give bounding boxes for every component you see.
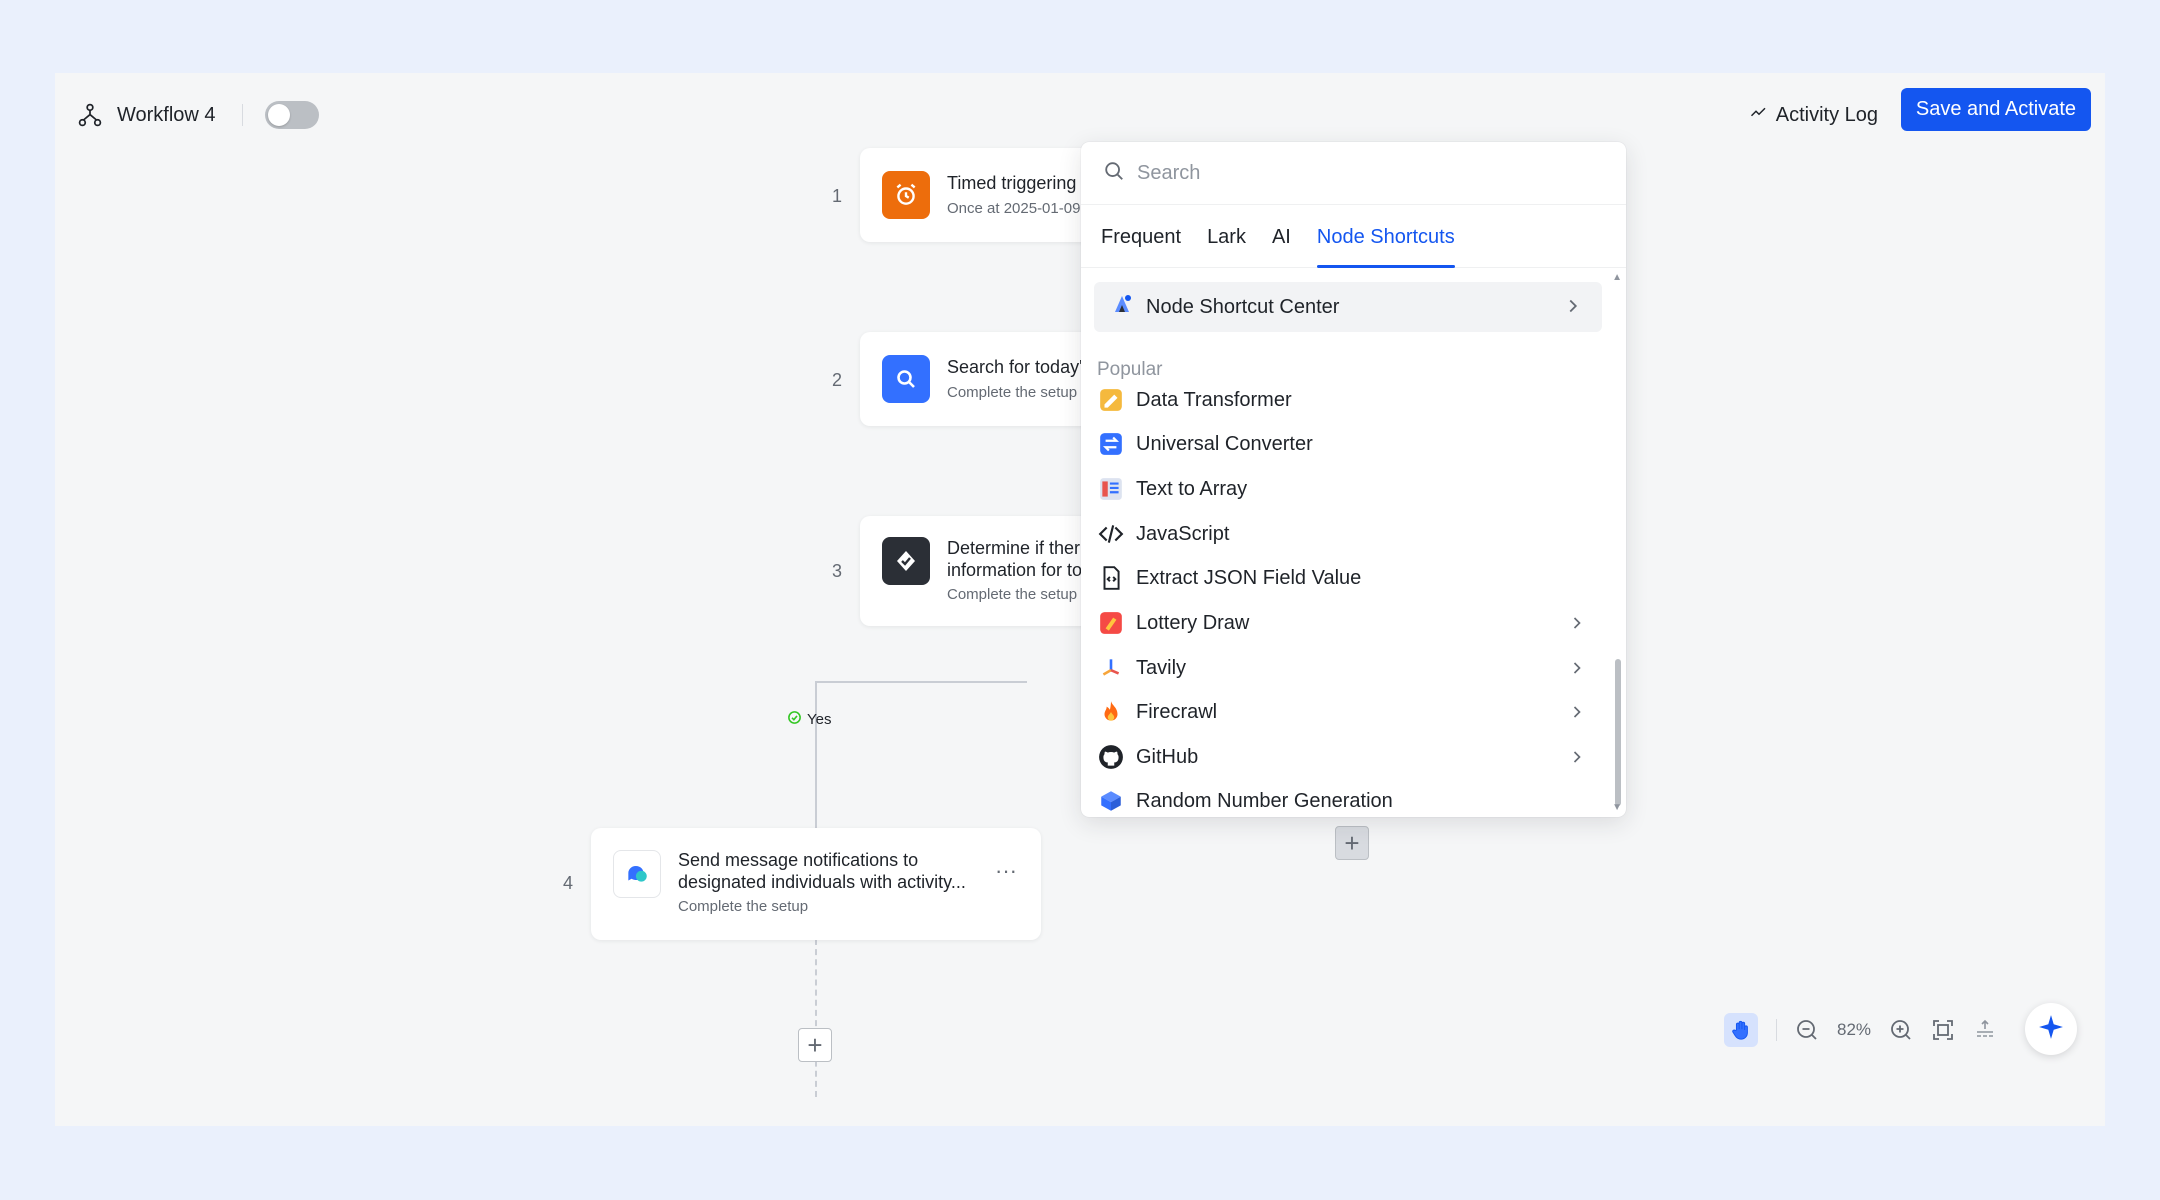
add-node-button[interactable]: + xyxy=(798,1028,832,1062)
zoom-out-icon[interactable] xyxy=(1795,1018,1819,1042)
workflow-header: Workflow 4 xyxy=(77,95,319,135)
workflow-editor: Workflow 4 Activity Log Save and Activat… xyxy=(55,73,2105,1126)
search-icon xyxy=(1103,160,1125,187)
workflow-name[interactable]: Workflow 4 xyxy=(117,104,216,127)
item-label: Firecrawl xyxy=(1136,700,1218,723)
list-item-random-number-generation[interactable]: Random Number Generation xyxy=(1097,779,1597,817)
list-item-lottery-draw[interactable]: Lottery Draw xyxy=(1097,601,1597,645)
node-title: Send message notifications to xyxy=(678,850,919,870)
scroll-down-arrow[interactable]: ▼ xyxy=(1612,802,1622,813)
condition-check-icon xyxy=(882,537,930,585)
item-label: Text to Array xyxy=(1136,477,1248,500)
node-card-condition[interactable]: Determine if ther information for to Com… xyxy=(860,516,1110,626)
universal-converter-icon xyxy=(1097,430,1125,458)
node-card-send-message[interactable]: Send message notifications to designated… xyxy=(591,828,1041,940)
tavily-icon xyxy=(1097,654,1125,682)
node-shortcut-center-label: Node Shortcut Center xyxy=(1146,295,1340,318)
node-picker-panel: Frequent Lark AI Node Shortcuts Node Sho… xyxy=(1081,142,1626,817)
node-subtitle: Complete the setup xyxy=(678,898,809,915)
list-item-data-transformer[interactable]: Data Transformer xyxy=(1097,378,1597,422)
node-number: 4 xyxy=(563,873,574,893)
scroll-up-arrow[interactable]: ▲ xyxy=(1612,272,1622,283)
workflow-activation-toggle[interactable] xyxy=(264,101,319,129)
message-bubble-icon xyxy=(613,850,661,898)
list-item-javascript[interactable]: JavaScript xyxy=(1097,512,1597,556)
node-search-input[interactable] xyxy=(1137,161,1587,185)
list-item-tavily[interactable]: Tavily xyxy=(1097,646,1597,690)
node-title: designated individuals with activity... xyxy=(678,872,966,892)
item-label: JavaScript xyxy=(1136,522,1230,545)
node-number: 1 xyxy=(832,186,843,206)
auto-layout-icon[interactable] xyxy=(1973,1018,1997,1042)
branch-yes-label: Yes xyxy=(787,710,831,729)
node-number: 3 xyxy=(832,561,843,581)
node-card-timed-trigger[interactable]: Timed triggering Once at 2025-01-09 xyxy=(860,148,1110,242)
item-label: GitHub xyxy=(1136,745,1199,768)
code-icon xyxy=(1097,520,1125,548)
item-label: Extract JSON Field Value xyxy=(1136,566,1362,589)
list-item-universal-converter[interactable]: Universal Converter xyxy=(1097,422,1597,466)
sparkle-icon xyxy=(2038,1014,2064,1045)
json-file-icon xyxy=(1097,564,1125,592)
item-label: Universal Converter xyxy=(1136,432,1313,455)
panel-search-bar xyxy=(1081,142,1626,205)
activity-log-label: Activity Log xyxy=(1775,103,1878,126)
chevron-right-icon xyxy=(1567,747,1587,773)
tab-node-shortcuts[interactable]: Node Shortcuts xyxy=(1316,206,1455,268)
item-label: Lottery Draw xyxy=(1136,611,1250,634)
panel-scrollbar-thumb[interactable] xyxy=(1615,659,1621,806)
header-divider xyxy=(241,104,243,126)
zoom-in-icon[interactable] xyxy=(1889,1018,1913,1042)
github-icon xyxy=(1097,743,1125,771)
list-item-extract-json-field-value[interactable]: Extract JSON Field Value xyxy=(1097,556,1597,600)
ai-assistant-button[interactable] xyxy=(2025,1003,2077,1055)
text-to-array-icon xyxy=(1097,475,1125,503)
toolbar-divider xyxy=(1776,1019,1777,1041)
yes-text: Yes xyxy=(807,711,832,728)
list-item-firecrawl[interactable]: Firecrawl xyxy=(1097,690,1597,734)
chevron-right-icon xyxy=(1567,702,1587,728)
panel-tabs: Frequent Lark AI Node Shortcuts xyxy=(1081,206,1626,268)
node-number: 2 xyxy=(832,370,843,390)
connector-line xyxy=(815,681,1027,683)
chevron-right-icon xyxy=(1567,658,1587,684)
save-and-activate-button[interactable]: Save and Activate xyxy=(1900,88,2091,131)
fit-view-icon[interactable] xyxy=(1931,1018,1955,1042)
connector-dashed-line xyxy=(815,939,817,1097)
list-item-text-to-array[interactable]: Text to Array xyxy=(1097,467,1597,511)
search-icon xyxy=(882,355,930,403)
item-label: Data Transformer xyxy=(1136,388,1292,411)
tab-ai[interactable]: AI xyxy=(1272,206,1291,268)
data-transformer-icon xyxy=(1097,386,1125,414)
shortcut-center-icon xyxy=(1110,292,1134,322)
item-label: Tavily xyxy=(1136,656,1187,679)
hand-tool-icon[interactable] xyxy=(1724,1013,1758,1047)
activity-log-button[interactable]: Activity Log xyxy=(1750,97,1878,133)
list-item-github[interactable]: GitHub xyxy=(1097,735,1597,779)
item-label: Random Number Generation xyxy=(1136,789,1393,812)
trend-line-icon xyxy=(1750,103,1768,127)
lottery-icon xyxy=(1097,609,1125,637)
workflow-icon xyxy=(77,102,103,128)
random-number-icon xyxy=(1097,787,1125,815)
chevron-right-icon xyxy=(1567,613,1587,639)
chevron-right-icon xyxy=(1562,295,1584,323)
node-shortcut-center-row[interactable]: Node Shortcut Center xyxy=(1094,282,1602,332)
node-card-search[interactable]: Search for today' Complete the setup xyxy=(860,332,1110,426)
toggle-knob xyxy=(267,104,290,126)
zoom-level: 82% xyxy=(1837,1020,1872,1039)
canvas-toolbar: 82% xyxy=(1724,1008,1997,1052)
check-circle-icon xyxy=(787,710,802,729)
fire-icon xyxy=(1097,698,1125,726)
more-options-icon[interactable]: ··· xyxy=(995,858,1017,884)
tab-lark[interactable]: Lark xyxy=(1207,206,1246,268)
add-node-button[interactable]: + xyxy=(1335,826,1369,860)
tab-frequent[interactable]: Frequent xyxy=(1101,206,1181,268)
alarm-clock-icon xyxy=(882,171,930,219)
